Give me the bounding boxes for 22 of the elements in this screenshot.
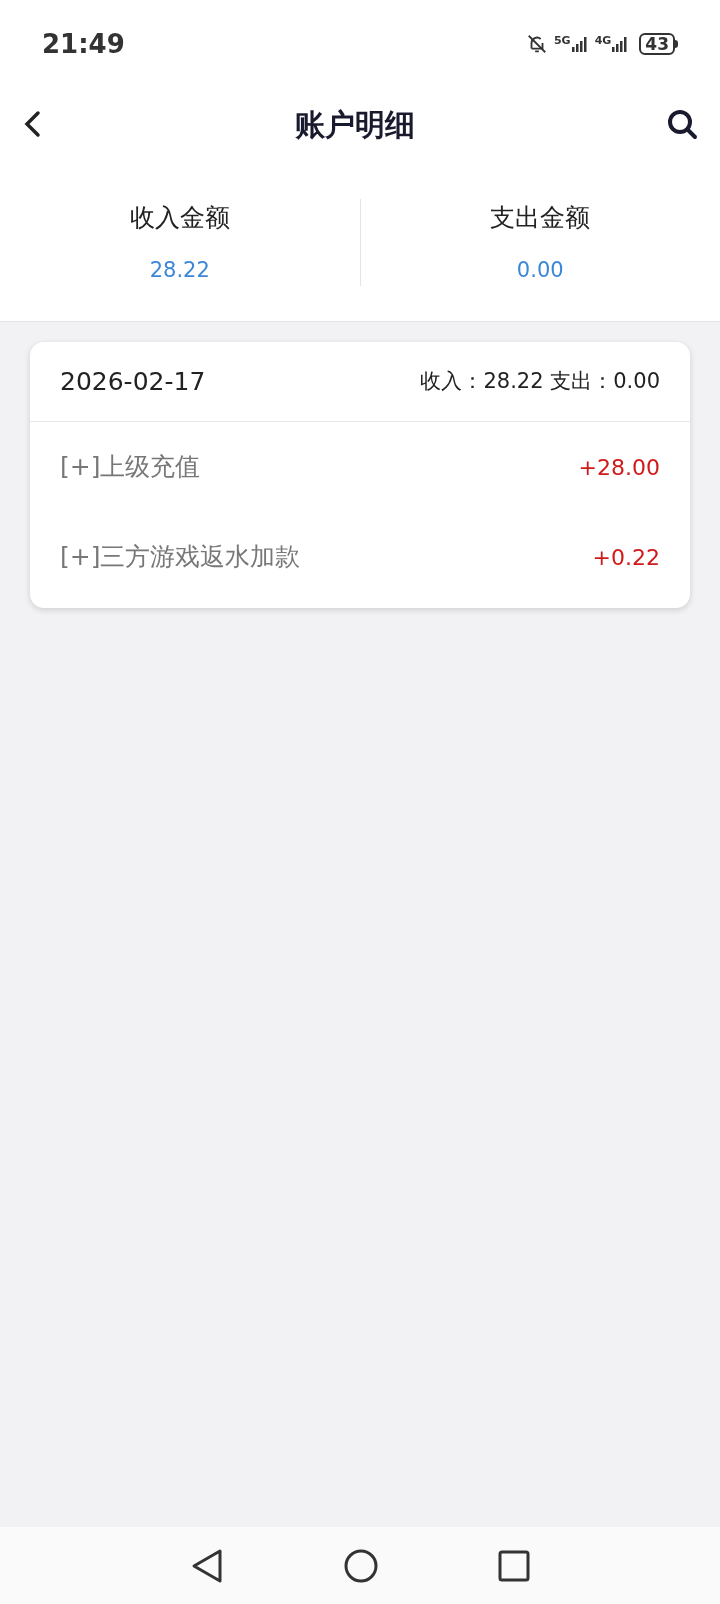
summary-value: 28.22 xyxy=(149,256,210,284)
entry-amount: +28.00 xyxy=(578,453,660,482)
network-type: 4G xyxy=(594,35,612,46)
summary-value: 0.00 xyxy=(516,256,564,284)
search-icon[interactable] xyxy=(666,108,698,140)
day-date: 2026-02-17 xyxy=(60,365,206,398)
summary-label: 支出金额 xyxy=(490,202,591,234)
entry-amount: +0.22 xyxy=(592,543,660,572)
recents-nav-icon[interactable] xyxy=(498,1549,530,1582)
back-nav-icon[interactable] xyxy=(190,1547,224,1584)
entry-label: [+]三方游戏返水加款 xyxy=(60,541,301,574)
signal-icon xyxy=(611,35,630,53)
day-totals: 收入：28.22 支出：0.00 xyxy=(420,367,660,395)
signal-icon xyxy=(570,35,589,53)
home-nav-icon[interactable] xyxy=(344,1548,378,1583)
summary-label: 收入金额 xyxy=(129,202,230,234)
page-title: 账户明细 xyxy=(295,105,415,144)
status-time: 21:49 xyxy=(42,27,125,61)
battery-icon: 43 xyxy=(639,33,678,55)
entry-label: [+]上级充值 xyxy=(60,451,201,484)
network-type: 5G xyxy=(553,35,571,46)
bell-off-icon xyxy=(525,32,548,56)
